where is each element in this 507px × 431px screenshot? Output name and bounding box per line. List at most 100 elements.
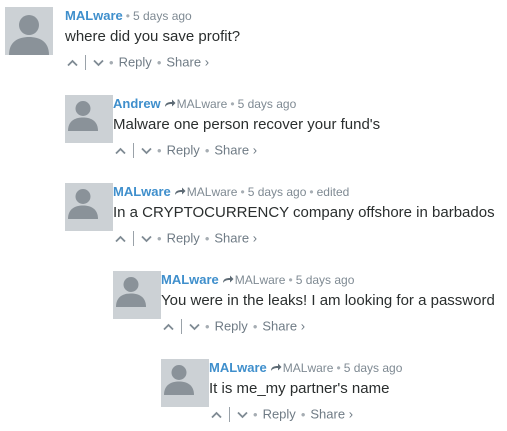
reply-arrow-icon	[164, 99, 176, 107]
timestamp[interactable]: 5 days ago	[238, 97, 297, 111]
reply-button[interactable]: Reply	[215, 319, 248, 334]
share-label: Share	[214, 230, 250, 246]
downvote-button[interactable]	[141, 147, 152, 155]
footer-separator: •	[109, 54, 114, 70]
comment-header: MALware • 5 days ago	[65, 8, 192, 24]
share-label: Share	[166, 54, 202, 70]
chevron-up-icon	[67, 59, 78, 66]
downvote-button[interactable]	[237, 411, 248, 419]
reply-arrow-icon	[222, 275, 234, 283]
avatar[interactable]	[5, 7, 53, 55]
comment-header: Andrew MALware • 5 days ago	[113, 96, 297, 112]
timestamp[interactable]: 5 days ago	[248, 185, 307, 199]
meta-separator: •	[309, 185, 314, 199]
share-button[interactable]: Share ›	[166, 55, 209, 70]
vote-divider	[133, 231, 134, 247]
share-chevron: ›	[252, 142, 258, 158]
default-avatar-icon	[68, 189, 98, 219]
share-chevron: ›	[204, 54, 210, 70]
meta-separator: •	[125, 9, 130, 23]
chevron-down-icon	[93, 59, 104, 66]
reply-button[interactable]: Reply	[263, 407, 296, 422]
timestamp[interactable]: 5 days ago	[296, 273, 355, 287]
avatar[interactable]	[65, 95, 113, 143]
parent-author[interactable]: MALware	[187, 185, 238, 199]
footer-separator: •	[156, 54, 162, 70]
meta-separator: •	[336, 361, 341, 375]
comment-header: MALware MALware • 5 days ago • edited	[113, 184, 350, 200]
downvote-button[interactable]	[93, 59, 104, 67]
edited-label: edited	[316, 185, 350, 199]
reply-button[interactable]: Reply	[167, 231, 200, 246]
upvote-button[interactable]	[163, 323, 174, 331]
comment: MALware MALware • 5 days ago You were in th…	[101, 271, 505, 347]
author-name[interactable]: MALware	[209, 360, 267, 375]
share-button[interactable]: Share ›	[214, 231, 257, 246]
vote-divider	[133, 143, 134, 159]
timestamp[interactable]: 5 days ago	[344, 361, 403, 375]
footer-separator: •	[205, 318, 210, 334]
chevron-down-icon	[237, 411, 248, 418]
footer-separator: •	[204, 230, 210, 246]
share-button[interactable]: Share ›	[214, 143, 257, 158]
comment-footer: • Reply • Share ›	[115, 142, 257, 159]
author-name[interactable]: Andrew	[113, 96, 161, 111]
share-chevron: ›	[252, 230, 258, 246]
vote-divider	[229, 407, 230, 423]
vote-divider	[85, 55, 86, 71]
footer-separator: •	[157, 230, 162, 246]
share-button[interactable]: Share ›	[262, 319, 305, 334]
comment-footer: • Reply • Share ›	[115, 230, 257, 247]
comment-header: MALware MALware • 5 days ago	[161, 272, 355, 288]
reply-button[interactable]: Reply	[119, 55, 152, 70]
downvote-button[interactable]	[189, 323, 200, 331]
footer-separator: •	[204, 142, 210, 158]
chevron-down-icon	[189, 323, 200, 330]
share-label: Share	[262, 318, 298, 334]
share-button[interactable]: Share ›	[310, 407, 353, 422]
avatar[interactable]	[113, 271, 161, 319]
reply-button[interactable]: Reply	[167, 143, 200, 158]
upvote-button[interactable]	[115, 147, 126, 155]
meta-separator: •	[240, 185, 245, 199]
default-avatar-icon	[116, 277, 146, 307]
footer-separator: •	[300, 406, 306, 422]
comment-text: Malware one person recover your fund's	[113, 116, 381, 133]
parent-author[interactable]: MALware	[283, 361, 334, 375]
comment-text: You were in the leaks! I am looking for …	[161, 292, 495, 309]
author-name[interactable]: MALware	[113, 184, 171, 199]
comment: MALware • 5 days ago where did you save pr…	[5, 7, 505, 83]
upvote-button[interactable]	[211, 411, 222, 419]
parent-author[interactable]: MALware	[235, 273, 286, 287]
avatar[interactable]	[161, 359, 209, 407]
chevron-up-icon	[211, 411, 222, 418]
avatar[interactable]	[65, 183, 113, 231]
share-label: Share	[310, 406, 346, 422]
chevron-up-icon	[115, 147, 126, 154]
comment-footer: • Reply • Share ›	[163, 318, 305, 335]
vote-divider	[181, 319, 182, 335]
share-chevron: ›	[348, 406, 354, 422]
upvote-button[interactable]	[67, 59, 78, 67]
downvote-button[interactable]	[141, 235, 152, 243]
comment-footer: • Reply • Share ›	[211, 406, 353, 423]
comment-thread: MALware • 5 days ago where did you save pr…	[0, 0, 507, 431]
timestamp[interactable]: 5 days ago	[133, 9, 192, 23]
comment-header: MALware MALware • 5 days ago	[209, 360, 403, 376]
share-label: Share	[214, 142, 250, 158]
comment-footer: • Reply • Share ›	[67, 54, 209, 71]
chevron-up-icon	[163, 323, 174, 330]
comment-text: In a CRYPTOCURRENCY company offshore in …	[113, 204, 495, 221]
footer-separator: •	[252, 318, 258, 334]
share-chevron: ›	[300, 318, 306, 334]
chevron-up-icon	[115, 235, 126, 242]
chevron-down-icon	[141, 235, 152, 242]
parent-author[interactable]: MALware	[177, 97, 228, 111]
comment: MALware MALware • 5 days ago • edited In a CR…	[53, 183, 505, 259]
comment: Andrew MALware • 5 days ago Malware one per…	[53, 95, 505, 171]
meta-separator: •	[230, 97, 235, 111]
upvote-button[interactable]	[115, 235, 126, 243]
author-name[interactable]: MALware	[161, 272, 219, 287]
author-name[interactable]: MALware	[65, 8, 123, 23]
comment-text: It is me_my partner's name	[209, 380, 390, 397]
